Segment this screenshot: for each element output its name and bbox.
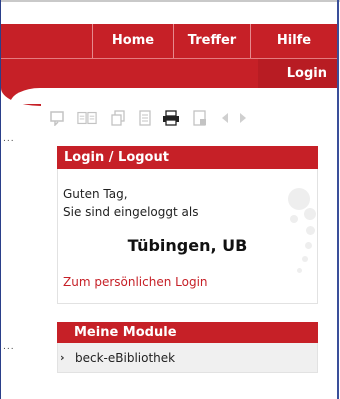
decorative-dot — [302, 256, 308, 262]
nav-curve-mask — [10, 88, 337, 104]
nav-login[interactable]: Login — [258, 59, 337, 88]
left-marker: ... — [3, 134, 15, 144]
decorative-dot — [297, 268, 302, 273]
logged-in-user-name: Tübingen, UB — [127, 236, 248, 255]
login-box-title: Login / Logout — [57, 146, 318, 169]
decorative-dot — [304, 208, 316, 220]
right-frame-border — [337, 0, 339, 399]
save-icon[interactable] — [190, 108, 210, 128]
nav-home[interactable]: Home — [93, 24, 173, 58]
prev-icon[interactable] — [215, 108, 235, 128]
print-icon[interactable] — [161, 108, 181, 128]
top-border — [0, 0, 340, 2]
decorative-dot — [290, 215, 298, 223]
document-icon[interactable] — [135, 108, 155, 128]
personal-login-link[interactable]: Zum persönlichen Login — [63, 275, 208, 289]
copy-icon[interactable] — [108, 108, 128, 128]
left-marker: ... — [3, 342, 15, 352]
module-item-beck-ebibliothek[interactable]: beck-eBibliothek — [57, 343, 318, 373]
nav-treffer[interactable]: Treffer — [174, 24, 250, 58]
compare-icon[interactable] — [77, 108, 97, 128]
next-icon[interactable] — [233, 108, 253, 128]
modules-box-title: Meine Module — [57, 322, 318, 343]
logged-in-as-text: Sie sind eingeloggt als — [63, 205, 199, 219]
decorative-dot — [288, 188, 310, 210]
nav-hilfe[interactable]: Hilfe — [251, 24, 337, 58]
decorative-dot — [306, 226, 315, 235]
bookmark-icon[interactable] — [48, 108, 68, 128]
chevron-right-icon: › — [60, 351, 65, 364]
greeting-line: Guten Tag, — [63, 187, 128, 201]
